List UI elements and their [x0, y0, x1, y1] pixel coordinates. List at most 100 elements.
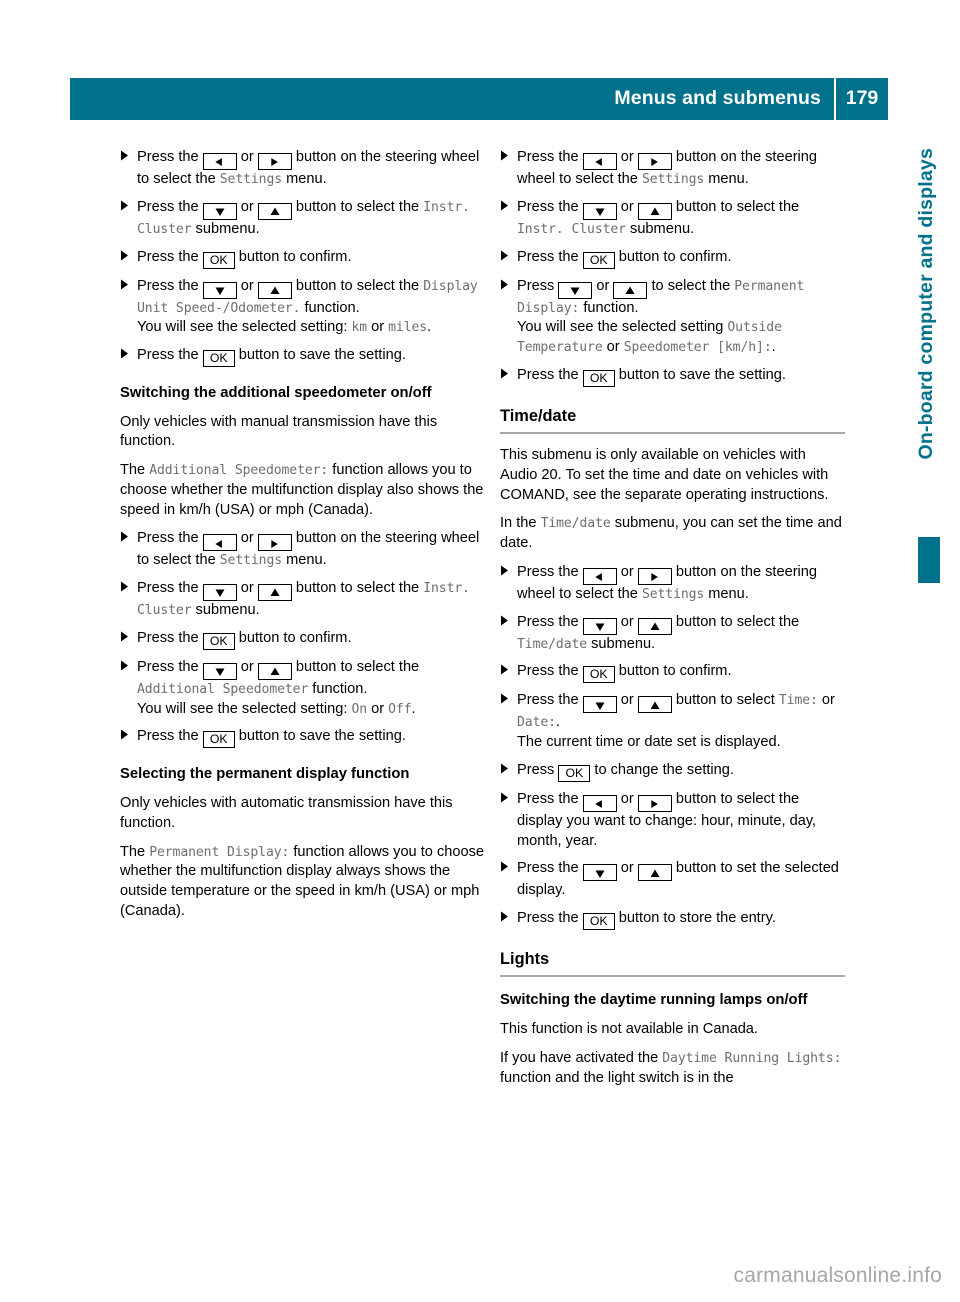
steps-display-unit: Press the or button on the steering whee… [120, 148, 487, 368]
emphasis-text: or [817, 692, 835, 709]
instruction-step: Press the or button to select the Instr.… [120, 198, 487, 240]
ok-key-icon[interactable]: OK [582, 251, 615, 269]
ok-key-icon[interactable]: OK [202, 632, 235, 650]
ui-label: Time/date [540, 516, 611, 532]
ok-key-icon[interactable]: OK [202, 251, 235, 269]
triangle-right-bullet-icon [500, 250, 509, 264]
left-text-column: Press the or button on the steering whee… [120, 148, 487, 931]
instruction-step-text: Press the or button to select Time: or D… [517, 692, 835, 751]
ui-label: Date: [517, 715, 556, 731]
heading-lights: Lights [500, 948, 845, 978]
instruction-step: Press the or button to select the Additi… [120, 658, 487, 720]
arrow-right-icon[interactable] [637, 794, 672, 812]
arrow-left-icon[interactable] [582, 567, 617, 585]
ui-label: Display Unit Speed-/Odometer. [137, 278, 478, 316]
instruction-step: Press the OK button to save the setting. [500, 366, 845, 387]
instruction-step: Press the OK button to save the setting. [120, 346, 487, 368]
arrow-down-icon[interactable] [202, 584, 237, 602]
arrow-up-icon[interactable] [637, 696, 672, 714]
ui-label: On [351, 701, 368, 717]
arrow-down-icon[interactable] [582, 864, 617, 882]
instruction-step-text: Press the or button on the steering whee… [137, 530, 480, 569]
triangle-right-bullet-icon [120, 531, 129, 545]
arrow-up-icon[interactable] [257, 584, 292, 602]
triangle-right-bullet-icon [500, 763, 509, 777]
ui-label: Additional Speedometer [137, 681, 309, 697]
arrow-up-icon[interactable] [257, 281, 292, 299]
instruction-step-text: Press or to select the Permanent Display… [517, 277, 805, 356]
arrow-left-icon[interactable] [202, 153, 237, 170]
para-additional-speedometer: The Additional Speedometer: function all… [120, 462, 484, 518]
instruction-step-text: Press the or button on the steering whee… [517, 149, 818, 187]
ui-label: Settings [641, 172, 705, 187]
arrow-right-icon[interactable] [257, 153, 292, 170]
arrow-right-icon[interactable] [257, 534, 292, 552]
ui-label: Instr. Cluster [137, 581, 470, 619]
instruction-step: Press the or button to set the selected … [500, 859, 845, 901]
arrow-down-icon[interactable] [202, 281, 237, 299]
arrow-down-icon[interactable] [202, 202, 237, 220]
instruction-step-text: Press the or button to select the Time/d… [517, 613, 800, 652]
ui-label: Time: [778, 693, 818, 709]
arrow-right-icon[interactable] [637, 153, 672, 170]
arrow-down-icon[interactable] [558, 281, 593, 299]
ui-label: km [351, 320, 368, 336]
triangle-right-bullet-icon [120, 348, 129, 362]
triangle-right-bullet-icon [500, 792, 509, 806]
ui-label: Settings [219, 172, 283, 187]
emphasis-text: submenu. [587, 635, 656, 652]
arrow-down-icon[interactable] [202, 662, 237, 680]
ok-key-icon[interactable]: OK [582, 913, 615, 931]
para-not-canada: This function is not available in Canada… [500, 1020, 758, 1037]
arrow-up-icon[interactable] [637, 864, 672, 882]
emphasis-text: function and the light switch is in the [500, 1069, 734, 1086]
ok-key-icon[interactable]: OK [202, 350, 235, 368]
instruction-step-text: Press the or button to select the displa… [517, 790, 817, 849]
triangle-right-bullet-icon [500, 664, 509, 678]
arrow-up-icon[interactable] [257, 202, 292, 220]
triangle-right-bullet-icon [120, 250, 129, 264]
ok-key-icon[interactable]: OK [582, 666, 615, 684]
arrow-up-icon[interactable] [637, 617, 672, 635]
arrow-up-icon[interactable] [637, 202, 672, 220]
ui-label: Permanent Display: [149, 844, 290, 860]
ok-key-icon[interactable]: OK [202, 731, 235, 749]
ui-label: Time/date [517, 636, 588, 652]
arrow-left-icon[interactable] [202, 534, 237, 552]
emphasis-text: submenu. [191, 220, 260, 237]
para-automatic-transmission: Only vehicles with automatic transmissio… [120, 795, 453, 831]
arrow-down-icon[interactable] [582, 202, 617, 220]
emphasis-text: submenu, [610, 515, 679, 532]
instruction-step: Press the OK button to save the setting. [120, 727, 487, 749]
instruction-step: Press the or button to select the Displa… [120, 277, 487, 339]
instruction-step-text: Press the OK button to save the setting. [517, 366, 786, 387]
instruction-step: Press the OK button to confirm. [120, 248, 487, 269]
triangle-right-bullet-icon [120, 279, 129, 293]
triangle-right-bullet-icon [120, 631, 129, 645]
steps-permanent-display: Press the or button on the steering whee… [500, 148, 845, 387]
arrow-left-icon[interactable] [582, 794, 617, 812]
arrow-up-icon[interactable] [613, 281, 648, 299]
ok-key-icon[interactable]: OK [558, 764, 591, 782]
heading-time-date: Time/date [500, 405, 845, 435]
instruction-step: Press the OK button to confirm. [120, 629, 487, 650]
instruction-step-text: Press the or button on the steering whee… [517, 563, 818, 602]
para-manual-transmission: Only vehicles with manual transmission h… [120, 413, 438, 450]
instruction-step: Press the or button on the steering whee… [500, 563, 845, 605]
emphasis-text: function. [308, 680, 368, 697]
ui-label: Off [388, 701, 412, 717]
para-time-date-submenu: In the Time/date submenu, you can set th… [500, 515, 842, 552]
instruction-step-text: Press the OK button to save the setting. [137, 728, 406, 749]
instruction-step: Press the or button to select the Instr.… [500, 198, 845, 240]
arrow-right-icon[interactable] [637, 567, 672, 585]
heading-additional-speedometer: Switching the additional speedometer on/… [120, 385, 432, 402]
arrow-down-icon[interactable] [582, 617, 617, 635]
arrow-up-icon[interactable] [257, 662, 292, 680]
triangle-right-bullet-icon [500, 565, 509, 579]
instruction-step: Press the or button to select the Instr.… [120, 579, 487, 621]
arrow-left-icon[interactable] [582, 153, 617, 170]
instruction-step-text: Press the or button to set the selected … [517, 860, 839, 899]
ok-key-icon[interactable]: OK [582, 369, 615, 387]
arrow-down-icon[interactable] [582, 696, 617, 714]
triangle-right-bullet-icon [120, 581, 129, 595]
